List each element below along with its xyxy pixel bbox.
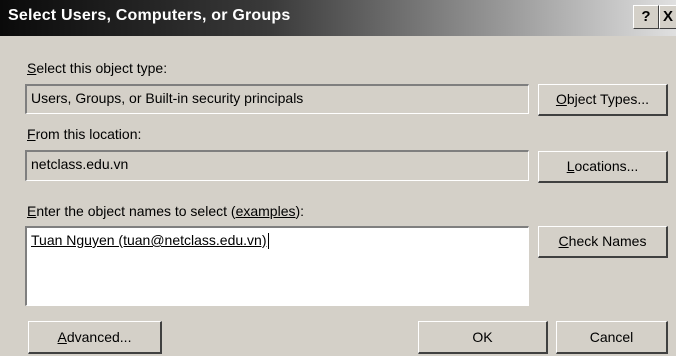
- location-field: netclass.edu.vn: [25, 150, 529, 181]
- object-type-label: Select this object type:: [27, 60, 168, 76]
- object-types-button[interactable]: Object Types...: [538, 84, 668, 116]
- location-label: From this location:: [27, 126, 142, 142]
- object-name-entry: Tuan Nguyen (tuan@netclass.edu.vn): [31, 232, 267, 248]
- ok-button[interactable]: OK: [418, 321, 548, 354]
- object-names-input[interactable]: Tuan Nguyen (tuan@netclass.edu.vn): [25, 226, 529, 306]
- object-type-field: Users, Groups, or Built-in security prin…: [25, 84, 529, 114]
- title-bar[interactable]: Select Users, Computers, or Groups ? X: [0, 0, 676, 36]
- examples-link[interactable]: examples: [236, 203, 296, 219]
- advanced-button[interactable]: Advanced...: [28, 321, 162, 354]
- locations-button[interactable]: Locations...: [538, 151, 668, 183]
- help-button[interactable]: ?: [633, 5, 659, 29]
- cancel-button[interactable]: Cancel: [556, 321, 668, 354]
- check-names-button[interactable]: Check Names: [538, 226, 668, 258]
- window-title: Select Users, Computers, or Groups: [8, 7, 291, 24]
- names-label: Enter the object names to select (exampl…: [27, 203, 305, 219]
- close-button[interactable]: X: [659, 5, 676, 29]
- dialog-window: Select Users, Computers, or Groups ? X S…: [0, 0, 676, 356]
- text-caret: [267, 233, 269, 250]
